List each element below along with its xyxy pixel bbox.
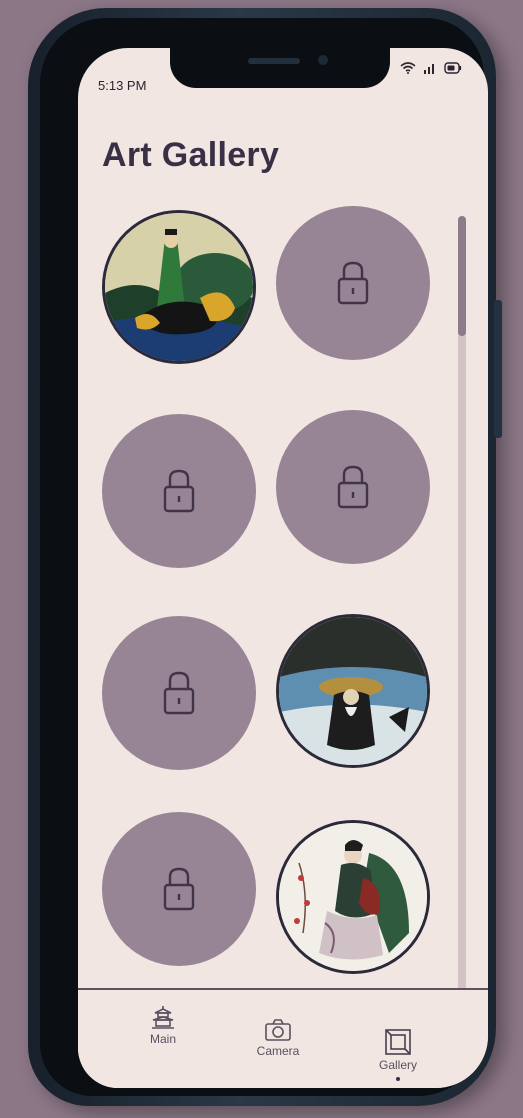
status-time: 5:13 PM: [98, 78, 147, 93]
gallery-tile-2[interactable]: [276, 206, 430, 360]
lock-icon: [337, 465, 369, 509]
phone-frame: 5:13 PM Art Gallery Main Camera Gallery: [28, 8, 502, 1106]
speaker-grille: [248, 58, 300, 64]
gallery-tile-5[interactable]: [102, 616, 256, 770]
status-icons: [400, 62, 462, 74]
nav-item-camera[interactable]: Camera: [248, 1018, 308, 1058]
nav-item-main[interactable]: Main: [138, 1004, 188, 1046]
lock-icon: [163, 867, 195, 911]
lock-icon: [163, 671, 195, 715]
scrollbar[interactable]: [458, 216, 466, 1016]
page-title: Art Gallery: [102, 136, 280, 174]
woman-with-lute-painting: [279, 823, 427, 971]
pagoda-icon: [152, 1006, 174, 1029]
signal-icon: [424, 64, 434, 74]
side-button: [494, 300, 502, 438]
active-indicator: [396, 1077, 400, 1081]
gallery-tile-1[interactable]: [102, 210, 256, 364]
nav-label-camera: Camera: [256, 1044, 300, 1058]
notch: [170, 48, 390, 88]
seated-sage-painting: [279, 617, 427, 765]
gallery-tile-8[interactable]: [276, 820, 430, 974]
wifi-icon: [400, 62, 416, 74]
front-camera: [318, 55, 328, 65]
lock-icon: [337, 261, 369, 305]
app-screen: 5:13 PM Art Gallery Main Camera Gallery: [78, 48, 488, 1088]
gallery-tile-7[interactable]: [102, 812, 256, 966]
gallery-tile-3[interactable]: [102, 414, 256, 568]
gallery-tile-4[interactable]: [276, 410, 430, 564]
scrollbar-thumb[interactable]: [458, 216, 466, 336]
warrior-on-horse-painting: [105, 213, 253, 361]
battery-icon: [444, 62, 462, 74]
nav-item-gallery[interactable]: Gallery: [368, 1028, 428, 1081]
lock-icon: [163, 469, 195, 513]
camera-icon: [265, 1019, 291, 1041]
gallery-icon: [385, 1029, 411, 1055]
bottom-navigation: Main Camera Gallery: [78, 988, 488, 1088]
nav-label-main: Main: [149, 1032, 176, 1046]
gallery-tile-6[interactable]: [276, 614, 430, 768]
nav-label-gallery: Gallery: [378, 1058, 417, 1072]
